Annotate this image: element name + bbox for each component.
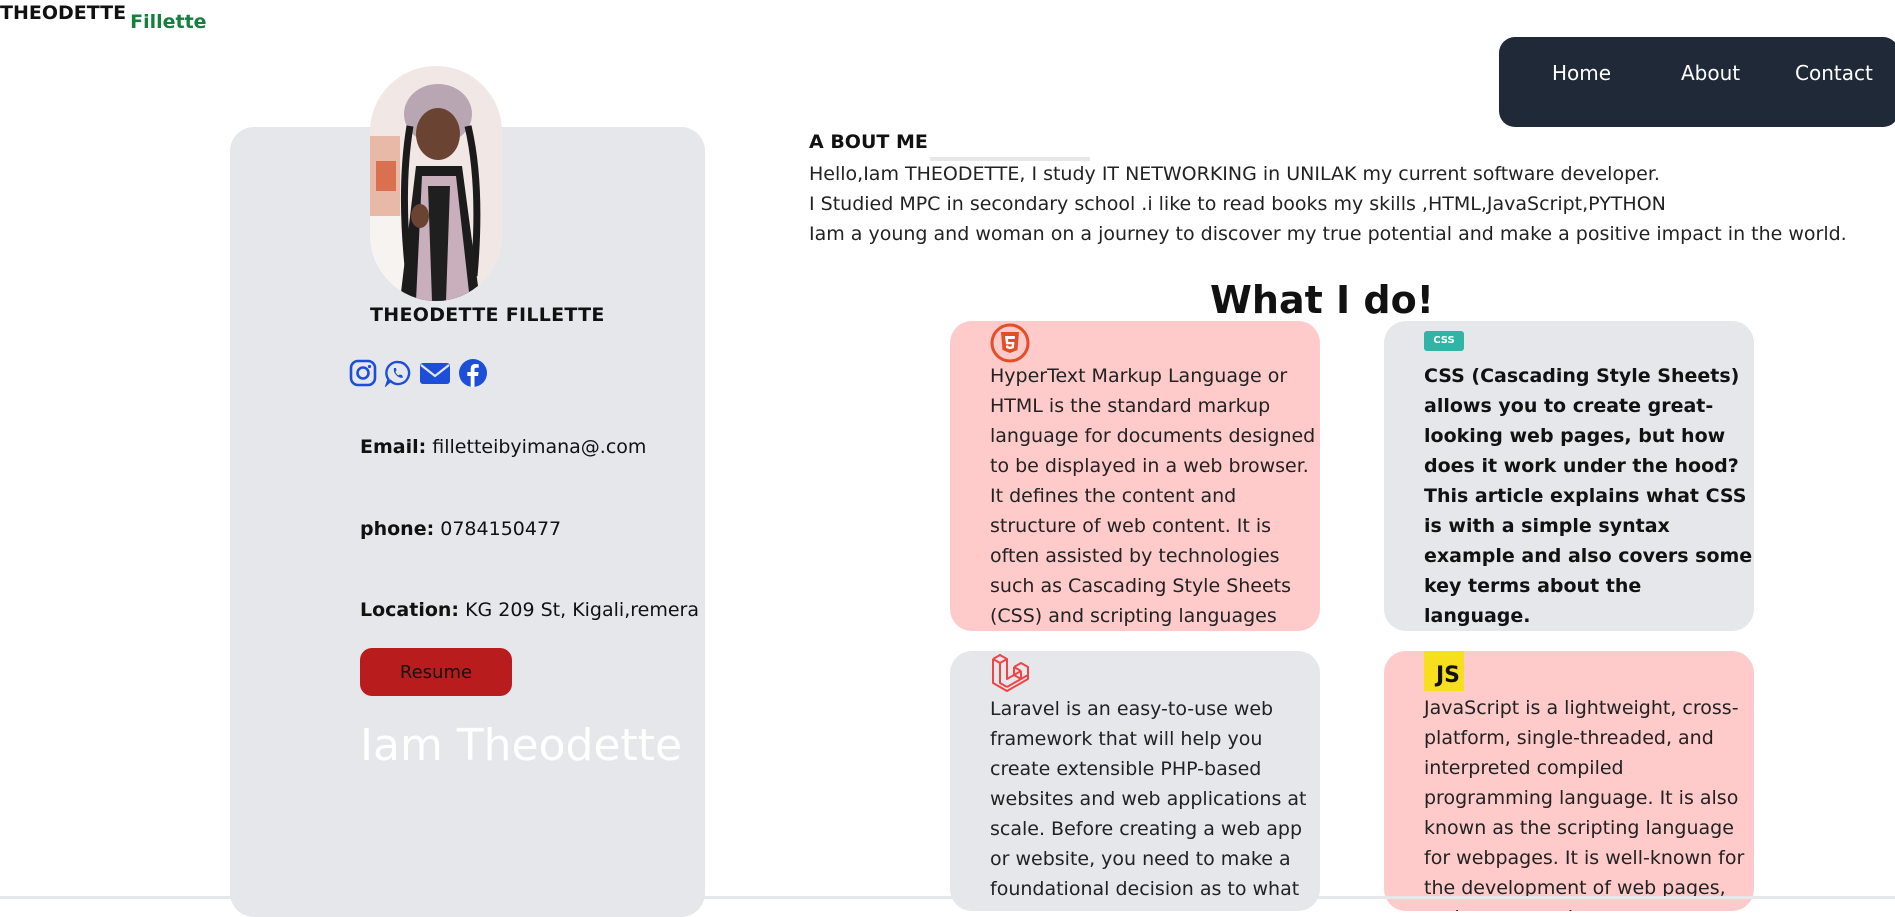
about-line: I Studied MPC in secondary school .i lik… <box>809 193 1666 215</box>
brand-last-name: Fillette <box>130 11 207 33</box>
tagline: Iam Theodette <box>360 720 683 771</box>
service-card-js: JS JavaScript is a lightweight, cross-pl… <box>1384 651 1754 911</box>
service-card-html: HyperText Markup Language or HTML is the… <box>950 321 1320 631</box>
js-icon: JS <box>1424 651 1464 691</box>
service-text: HyperText Markup Language or HTML is the… <box>990 365 1316 627</box>
service-text: JavaScript is a lightweight, cross-platf… <box>1424 697 1745 911</box>
location-info: Location: KG 209 St, Kigali,remera <box>360 599 699 621</box>
phone-label: phone: <box>360 518 435 540</box>
about-line: Iam a young and woman on a journey to di… <box>809 223 1847 245</box>
resume-button[interactable]: Resume <box>360 648 512 696</box>
email-icon[interactable] <box>419 359 451 387</box>
location-label: Location: <box>360 599 460 621</box>
service-text: CSS (Cascading Style Sheets) allows you … <box>1424 365 1753 627</box>
phone-info: phone: 0784150477 <box>360 518 561 540</box>
about-title: A BOUT ME <box>809 131 928 153</box>
nav-home-link[interactable]: Home <box>1552 61 1611 85</box>
nav-contact-link[interactable]: Contact <box>1795 61 1873 85</box>
email-label: Email: <box>360 436 427 458</box>
service-text: Laravel is an easy-to-use web framework … <box>990 698 1307 911</box>
services-title: What I do! <box>1210 278 1435 322</box>
avatar-photo <box>370 66 502 301</box>
html5-icon <box>990 323 1030 363</box>
brand-logo[interactable]: THEODETTE Fillette <box>0 2 207 33</box>
service-card-css: CSS CSS (Cascading Style Sheets) allows … <box>1384 321 1754 631</box>
profile-name: THEODETTE FILLETTE <box>370 304 605 326</box>
about-line: Hello,Iam THEODETTE, I study IT NETWORKI… <box>809 163 1660 185</box>
avatar <box>370 66 502 301</box>
email-info: Email: filletteibyimana@.com <box>360 436 646 458</box>
email-value: filletteibyimana@.com <box>432 436 647 458</box>
service-card-laravel: Laravel is an easy-to-use web framework … <box>950 651 1320 911</box>
laravel-icon <box>992 654 1029 692</box>
css-icon: CSS <box>1424 331 1464 351</box>
brand-first-name: THEODETTE <box>0 2 127 24</box>
location-value: KG 209 St, Kigali,remera <box>465 599 699 621</box>
facebook-icon[interactable] <box>458 358 488 388</box>
phone-value: 0784150477 <box>440 518 562 540</box>
social-links <box>349 358 490 388</box>
nav-bar: Home About Contact <box>1499 37 1895 127</box>
about-divider <box>930 157 1090 161</box>
instagram-icon[interactable] <box>349 359 377 387</box>
whatsapp-icon[interactable] <box>384 359 412 387</box>
nav-about-link[interactable]: About <box>1681 61 1740 85</box>
